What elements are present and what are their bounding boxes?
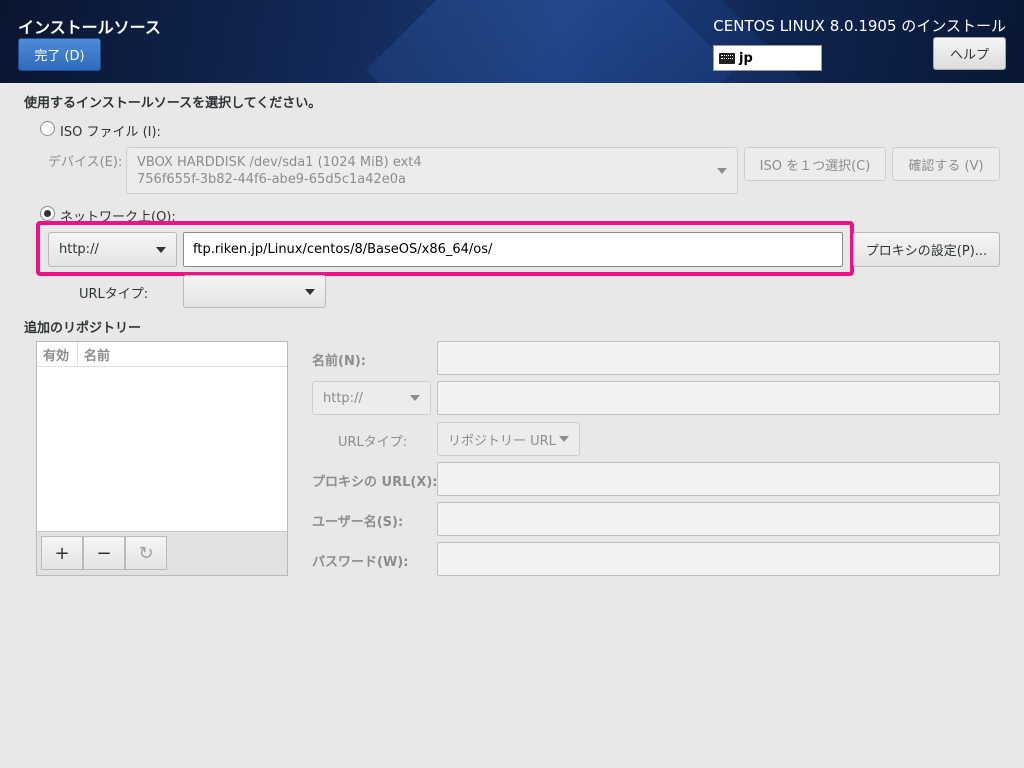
repo-protocol-dropdown[interactable]: http://	[312, 381, 431, 415]
repo-protocol-value: http://	[323, 390, 363, 406]
repo-list[interactable]: 有効 名前 + − ↻	[36, 341, 288, 576]
device-line2: 756f655f-3b82-44f6-abe9-65d5c1a42e0a	[137, 171, 407, 187]
username-input[interactable]	[437, 502, 1000, 536]
repo-name-input[interactable]	[437, 341, 1000, 375]
chevron-down-icon	[305, 288, 315, 295]
additional-repos-heading: 追加のリポジトリー	[24, 321, 142, 336]
url-type-dropdown[interactable]	[183, 275, 326, 308]
repo-list-header: 有効 名前	[37, 342, 287, 367]
choose-iso-button[interactable]: ISO を１つ選択(C)	[744, 147, 886, 181]
add-repo-button[interactable]: +	[41, 536, 83, 570]
username-label: ユーザー名(S):	[312, 515, 404, 530]
refresh-icon[interactable]: ↻	[125, 536, 167, 570]
iso-radio-label[interactable]: ISO ファイル (I):	[60, 121, 161, 140]
repo-url-type-label: URLタイプ:	[338, 435, 408, 450]
repo-url-input[interactable]	[437, 381, 1000, 415]
keyboard-layout-label: jp	[739, 50, 753, 66]
done-button[interactable]: 完了 (D)	[18, 38, 101, 71]
network-radio[interactable]	[40, 206, 55, 221]
help-button[interactable]: ヘルプ	[933, 37, 1006, 70]
source-prompt: 使用するインストールソースを選択してください。	[24, 96, 322, 111]
product-title: CENTOS LINUX 8.0.1905 のインストール	[713, 17, 1006, 35]
device-line1: VBOX HARDDISK /dev/sda1 (1024 MiB) ext4	[137, 154, 422, 170]
verify-button[interactable]: 確認する (V)	[892, 147, 1000, 181]
keyboard-icon	[719, 52, 735, 64]
remove-repo-button[interactable]: −	[83, 536, 125, 570]
repo-url-type-value: リポジトリー URL	[448, 433, 556, 449]
iso-radio[interactable]	[40, 121, 55, 136]
col-enabled[interactable]: 有効	[37, 342, 78, 366]
chevron-down-icon	[559, 436, 569, 442]
page-title: インストールソース	[18, 18, 161, 37]
keyboard-layout-indicator[interactable]: jp	[713, 45, 822, 71]
device-label: デバイス(E):	[48, 155, 123, 170]
device-dropdown[interactable]: VBOX HARDDISK /dev/sda1 (1024 MiB) ext4 …	[126, 147, 738, 194]
chevron-down-icon	[410, 395, 420, 401]
password-label: パスワード(W):	[312, 555, 409, 570]
header-bar: インストールソース 完了 (D) CENTOS LINUX 8.0.1905 の…	[0, 0, 1024, 83]
repo-url-type-dropdown[interactable]: リポジトリー URL	[437, 422, 580, 456]
proxy-url-label: プロキシの URL(X):	[312, 475, 438, 490]
col-name[interactable]: 名前	[78, 345, 110, 364]
chevron-down-icon	[717, 167, 727, 174]
repo-toolbar: + − ↻	[37, 531, 287, 575]
password-input[interactable]	[437, 542, 1000, 576]
url-type-label: URLタイプ:	[79, 287, 149, 302]
proxy-url-input[interactable]	[437, 462, 1000, 496]
highlight-box	[36, 221, 854, 276]
repo-name-label: 名前(N):	[312, 354, 366, 369]
proxy-settings-button[interactable]: プロキシの設定(P)...	[853, 232, 1000, 267]
